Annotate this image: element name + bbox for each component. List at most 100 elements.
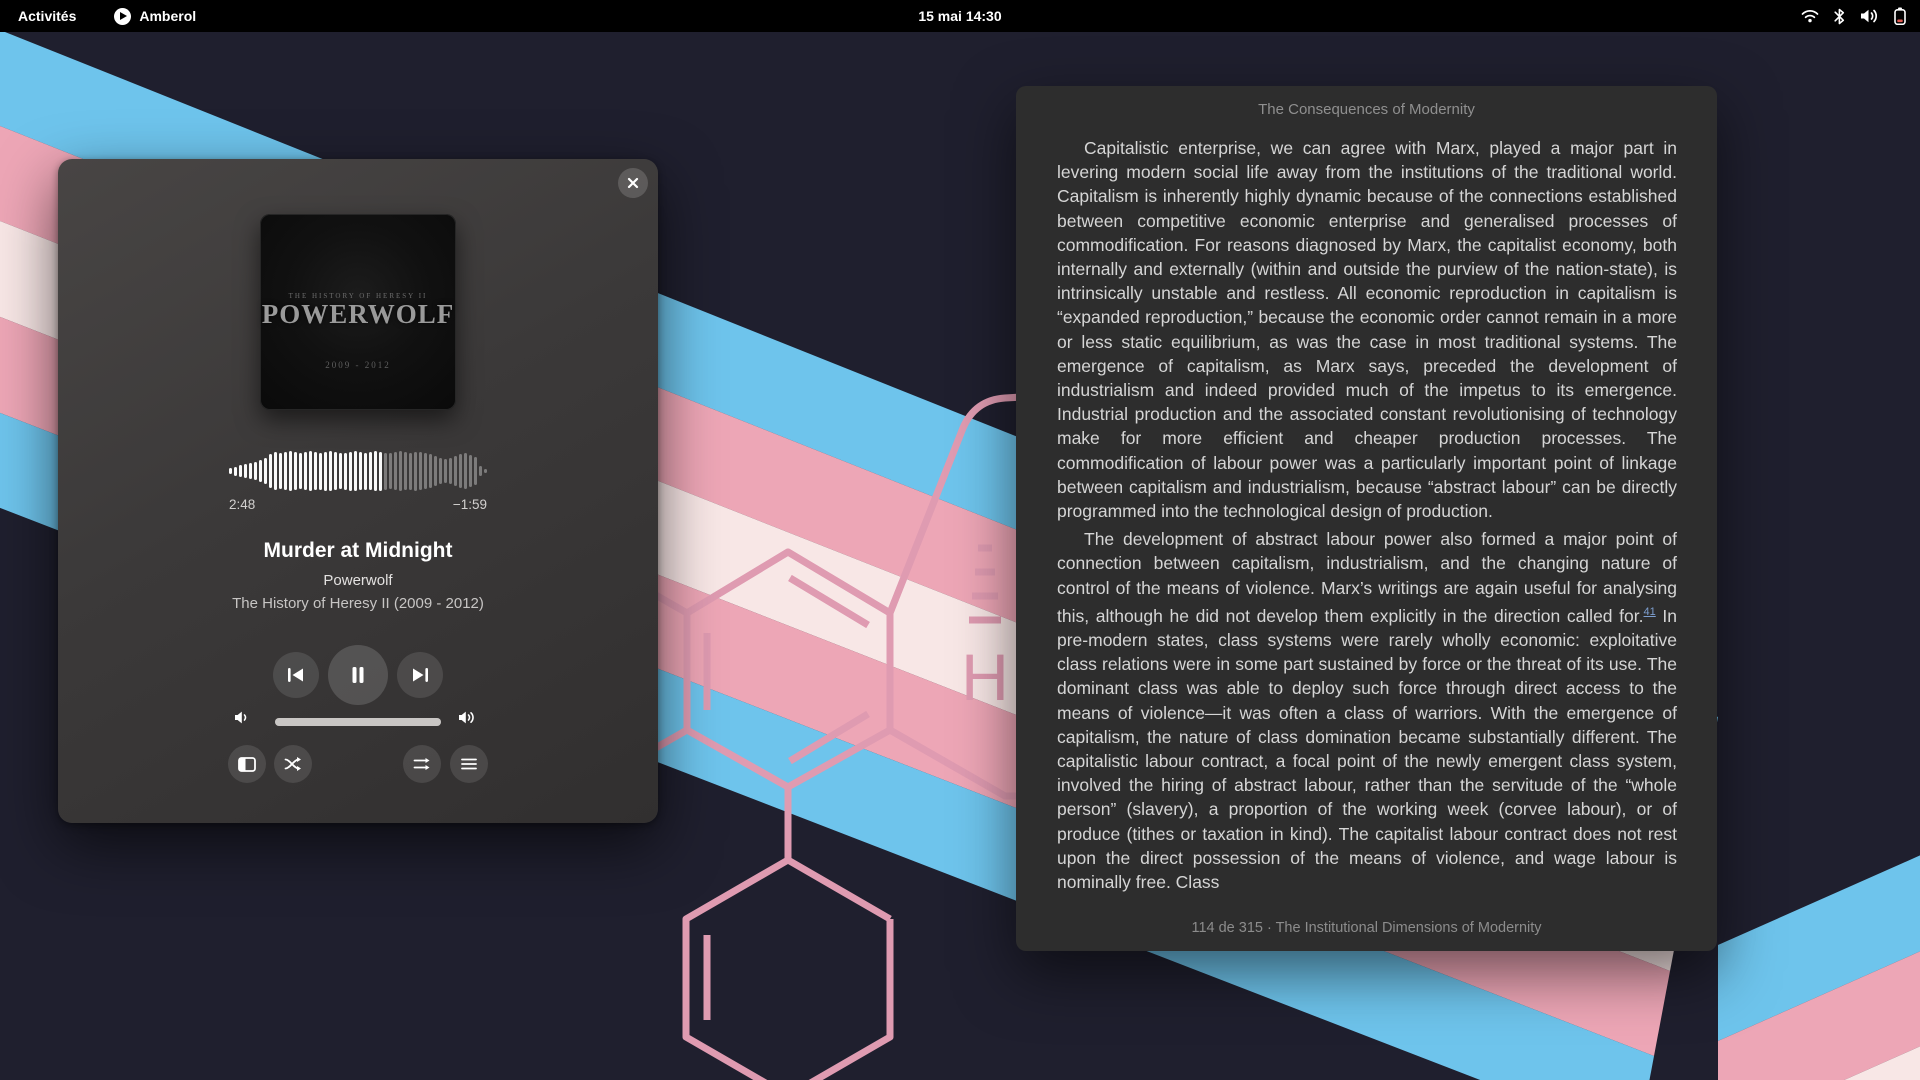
waveform-bar (359, 452, 362, 490)
waveform-bar (239, 465, 242, 477)
waveform-bar (439, 458, 442, 484)
consecutive-play-icon (413, 756, 431, 772)
pause-button[interactable] (328, 645, 388, 705)
track-album: The History of Heresy II (2009 - 2012) (58, 595, 658, 612)
ebook-reader-window: The Consequences of Modernity Capitalist… (1016, 86, 1717, 951)
waveform-bar (424, 453, 427, 489)
waveform-bar (374, 451, 377, 491)
waveform-bar (274, 452, 277, 490)
skip-forward-icon (411, 667, 429, 683)
queue-sidebar-toggle-button[interactable] (228, 745, 266, 783)
paragraph: The development of abstract labour power… (1057, 527, 1677, 894)
footnote-link[interactable]: 41 (1644, 606, 1656, 618)
close-icon (627, 177, 639, 189)
waveform-bar (279, 453, 282, 489)
waveform-bar (249, 463, 252, 479)
waveform-bar (454, 456, 457, 486)
waveform-bar (229, 468, 232, 474)
waveform-bar (414, 452, 417, 491)
volume-slider[interactable] (275, 718, 441, 726)
waveform-bar (339, 453, 342, 489)
time-elapsed: 2:48 (229, 497, 255, 512)
waveform-bar (369, 452, 372, 490)
album-art: THE HISTORY OF HERESY II POWERWOLF 2009 … (260, 214, 456, 410)
waveform-bar (314, 452, 317, 490)
volume-high-button[interactable] (458, 710, 477, 728)
waveform-bar (344, 453, 347, 490)
waveform-bar (444, 459, 447, 483)
album-art-band-text: POWERWOLF (262, 301, 455, 328)
book-page-text: Capitalistic enterprise, we can agree wi… (1057, 136, 1677, 898)
bluetooth-icon (1834, 8, 1845, 25)
clock-button[interactable]: 15 mai 14:30 (0, 8, 1920, 24)
hamburger-menu-icon (461, 758, 477, 770)
waveform-bar (259, 460, 262, 482)
waveform-bar (299, 453, 302, 489)
waveform-bar (404, 452, 407, 490)
paragraph-text: The development of abstract labour power… (1057, 529, 1677, 625)
waveform-bar (474, 457, 477, 485)
waveform-seek-bar[interactable] (229, 450, 487, 492)
waveform-bar (389, 453, 392, 489)
waveform-bar (364, 453, 367, 490)
waveform-bar (419, 452, 422, 490)
waveform-bar (244, 464, 247, 478)
waveform-bar (479, 466, 482, 476)
battery-low-icon (1894, 7, 1906, 25)
main-menu-button[interactable] (450, 745, 488, 783)
sidebar-icon (238, 757, 256, 772)
top-bar: Activités Amberol 15 mai 14:30 (0, 0, 1920, 32)
waveform-bar (484, 469, 487, 473)
waveform-bar (399, 451, 402, 491)
waveform-bar (254, 462, 257, 480)
waveform-bar (234, 467, 237, 476)
waveform-bar (284, 452, 287, 490)
reader-page-status: 114 de 315 · The Institutional Dimension… (1016, 920, 1717, 936)
pause-icon (350, 666, 366, 684)
album-art-years-text: 2009 - 2012 (325, 360, 391, 370)
volume-low-button[interactable] (234, 710, 251, 728)
waveform-bar (464, 453, 467, 489)
repeat-mode-button[interactable] (403, 745, 441, 783)
skip-backward-icon (287, 667, 305, 683)
wifi-icon (1801, 8, 1819, 24)
waveform-bar (319, 453, 322, 490)
volume-high-icon (458, 710, 477, 725)
previous-track-button[interactable] (273, 652, 319, 698)
waveform-bar (449, 458, 452, 484)
waveform-bar (269, 454, 272, 488)
book-title: The Consequences of Modernity (1016, 101, 1717, 118)
time-remaining: −1:59 (453, 497, 487, 512)
waveform-bar (349, 452, 352, 491)
track-title: Murder at Midnight (58, 539, 658, 563)
waveform-bar (394, 452, 397, 490)
volume-slider-fill (275, 718, 441, 726)
waveform-bar (334, 452, 337, 490)
waveform-bar (309, 451, 312, 491)
waveform-bar (379, 452, 382, 491)
volume-icon (1860, 8, 1879, 24)
track-artist: Powerwolf (58, 572, 658, 589)
system-status-area[interactable] (1801, 0, 1906, 32)
waveform-bar (294, 452, 297, 490)
amberol-player-window: THE HISTORY OF HERESY II POWERWOLF 2009 … (58, 159, 658, 823)
waveform-bar (289, 451, 292, 491)
waveform-bar (384, 453, 387, 490)
volume-row (58, 707, 658, 737)
waveform-bar (264, 458, 267, 484)
close-button[interactable] (618, 168, 648, 198)
paragraph-text: In pre-modern states, class systems were… (1057, 606, 1677, 892)
waveform-bar (304, 452, 307, 490)
waveform-bar (469, 455, 472, 487)
waveform-bar (324, 452, 327, 491)
shuffle-icon (284, 756, 302, 772)
waveform-bar (459, 454, 462, 488)
shuffle-button[interactable] (274, 745, 312, 783)
waveform-bar (329, 451, 332, 491)
paragraph: Capitalistic enterprise, we can agree wi… (1057, 136, 1677, 523)
volume-low-icon (234, 710, 251, 725)
waveform-bar (409, 453, 412, 490)
waveform-bar (429, 454, 432, 488)
next-track-button[interactable] (397, 652, 443, 698)
waveform-bar (354, 451, 357, 491)
